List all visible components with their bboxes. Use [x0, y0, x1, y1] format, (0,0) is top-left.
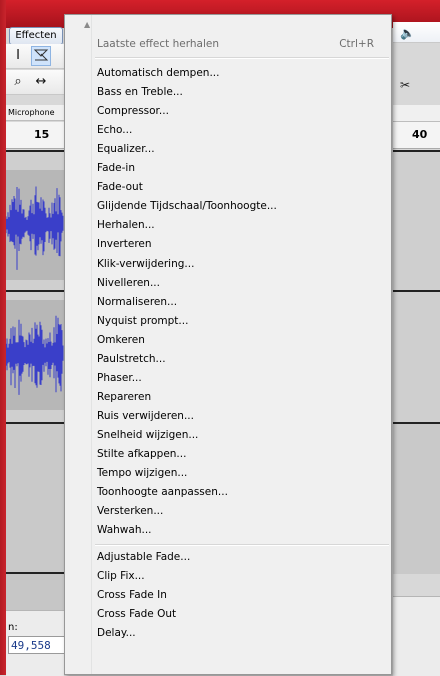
effect-menu-dropdown: ▲ Laatste effect herhalen Ctrl+R Automat…: [64, 14, 392, 675]
audio-track-1-right[interactable]: [393, 150, 440, 292]
menu-item[interactable]: Wahwah...: [97, 524, 152, 536]
menu-item[interactable]: Tempo wijzigen...: [97, 467, 187, 479]
menu-separator: [95, 544, 389, 547]
menu-item[interactable]: Ruis verwijderen...: [97, 410, 194, 422]
menu-item[interactable]: Klik-verwijdering...: [97, 258, 194, 270]
menu-separator: [95, 57, 389, 59]
empty-track-area: [6, 422, 64, 574]
menu-item[interactable]: Fade-out: [97, 181, 143, 193]
timeline-ruler-right[interactable]: 40: [393, 122, 440, 149]
menu-item[interactable]: Compressor...: [97, 105, 169, 117]
timeshift-tool-icon[interactable]: ↔: [31, 72, 51, 92]
menu-item[interactable]: Echo...: [97, 124, 132, 136]
selection-tool-icon[interactable]: Ι: [8, 46, 28, 66]
device-toolbar-right: [393, 105, 440, 122]
menu-item[interactable]: Phaser...: [97, 372, 142, 384]
waveform-2: [6, 315, 64, 395]
speaker-icon[interactable]: 🔈: [400, 26, 415, 40]
menu-item[interactable]: Equalizer...: [97, 143, 155, 155]
tools-toolbar-row1: Ι: [6, 44, 64, 69]
audio-track-2-right[interactable]: [393, 290, 440, 424]
menu-item[interactable]: Bass en Treble...: [97, 86, 183, 98]
menu-item[interactable]: Cross Fade Out: [97, 608, 176, 620]
cut-icon[interactable]: ✂: [400, 78, 410, 92]
menu-icon-gutter: [65, 15, 92, 674]
menu-item[interactable]: Normaliseren...: [97, 296, 177, 308]
menu-item[interactable]: Herhalen...: [97, 219, 155, 231]
menu-item[interactable]: Snelheid wijzigen...: [97, 429, 198, 441]
menu-item[interactable]: Delay...: [97, 627, 136, 639]
menu-item[interactable]: Omkeren: [97, 334, 145, 346]
menu-item-repeat-last-effect[interactable]: Laatste effect herhalen: [97, 38, 219, 50]
menu-item[interactable]: Glijdende Tijdschaal/Toonhoogte...: [97, 200, 277, 212]
menu-item[interactable]: Toonhoogte aanpassen...: [97, 486, 228, 498]
menu-item[interactable]: Adjustable Fade...: [97, 551, 190, 563]
menu-item[interactable]: Nivelleren...: [97, 277, 160, 289]
bottom-toolbar-right: [393, 596, 440, 676]
empty-track-area-right: [393, 422, 440, 574]
menu-item[interactable]: Clip Fix...: [97, 570, 145, 582]
menu-item[interactable]: Stilte afkappen...: [97, 448, 186, 460]
menu-item[interactable]: Paulstretch...: [97, 353, 166, 365]
selection-time-field[interactable]: 49,558: [8, 636, 64, 654]
menu-item[interactable]: Repareren: [97, 391, 151, 403]
menu-item[interactable]: Inverteren: [97, 238, 152, 250]
ruler-tick-label: 40: [412, 128, 428, 141]
empty-track-area-lower: [6, 572, 64, 612]
menu-item[interactable]: Automatisch dempen...: [97, 67, 219, 79]
menu-item[interactable]: Fade-in: [97, 162, 135, 174]
input-device-select[interactable]: Microphone: [6, 105, 64, 121]
menu-item[interactable]: Versterken...: [97, 505, 163, 517]
menu-shortcut-repeat: Ctrl+R: [339, 38, 374, 50]
envelope-tool-icon[interactable]: [31, 46, 51, 66]
scroll-up-icon[interactable]: ▲: [84, 20, 90, 29]
ruler-tick-label: 15: [34, 128, 50, 141]
timeline-ruler-left[interactable]: 15: [6, 122, 64, 149]
zoom-tool-icon[interactable]: ⌕: [8, 72, 28, 92]
waveform-1: [6, 186, 64, 270]
tools-toolbar-row2: ⌕ ↔: [6, 70, 64, 95]
selection-label: n:: [8, 622, 18, 633]
effecten-menu-button[interactable]: Effecten: [9, 27, 63, 45]
menu-item[interactable]: Nyquist prompt...: [97, 315, 188, 327]
menu-item[interactable]: Cross Fade In: [97, 589, 167, 601]
